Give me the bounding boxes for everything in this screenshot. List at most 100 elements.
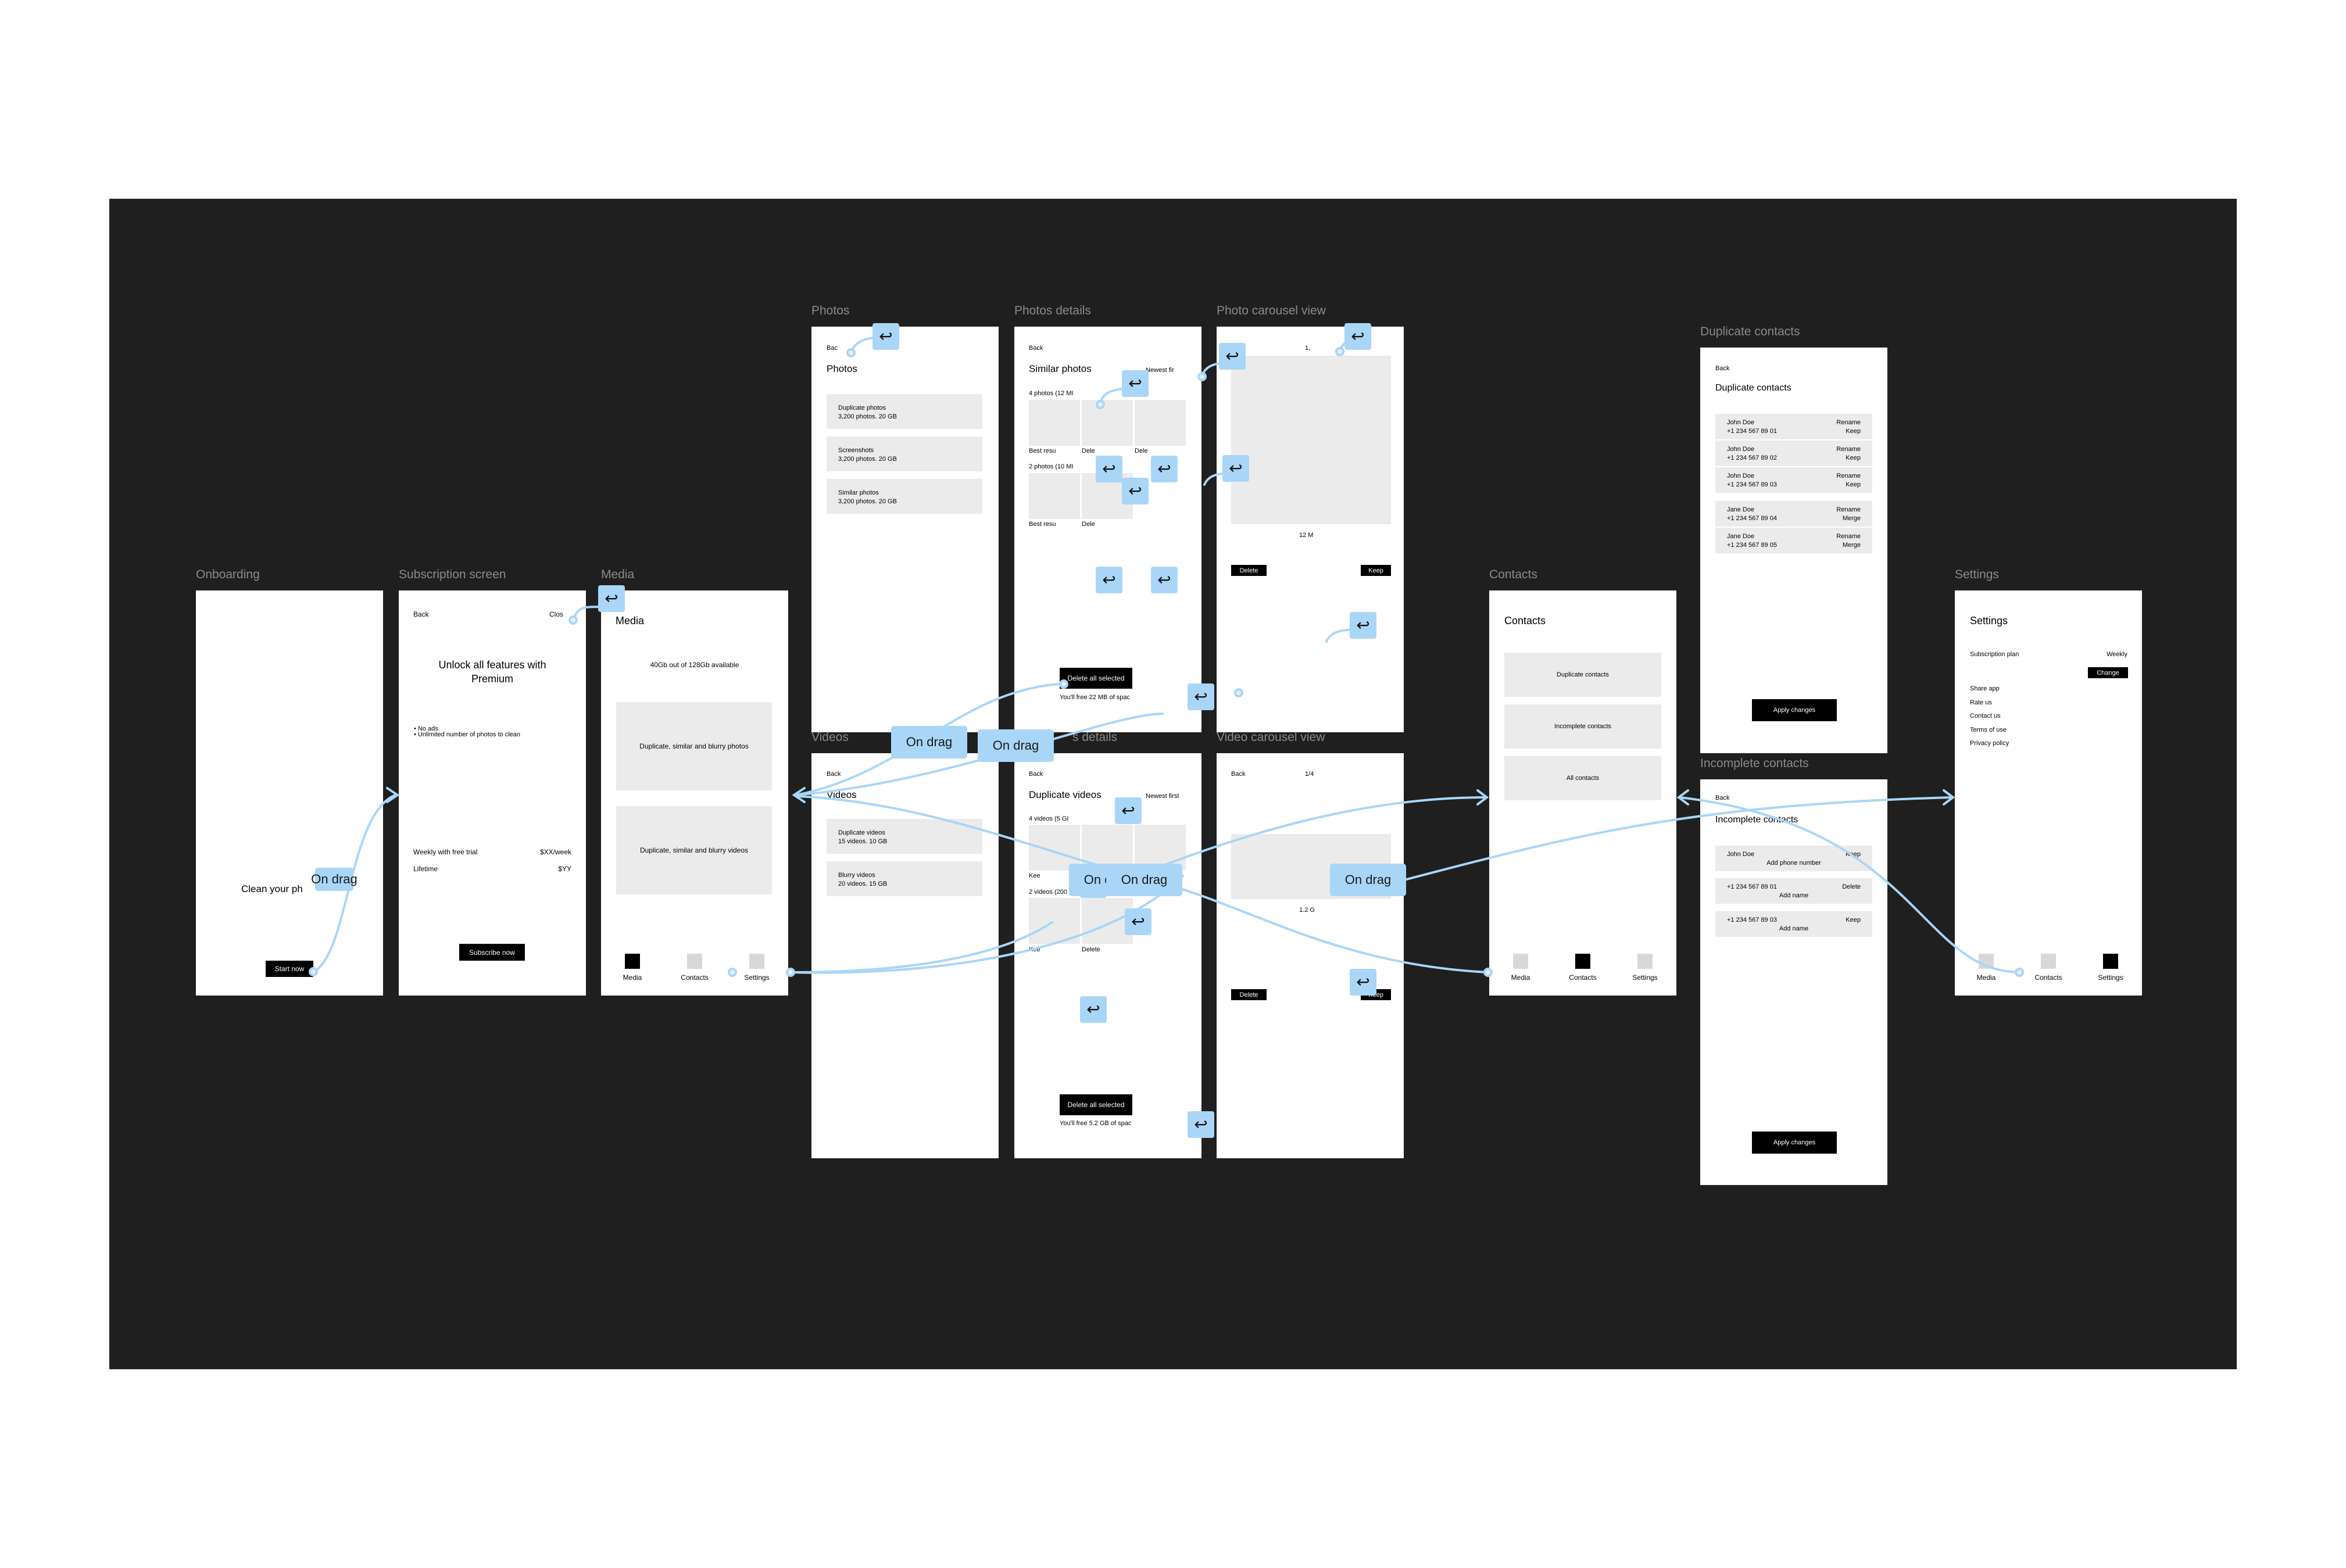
- sort-selector[interactable]: Newest first: [1146, 793, 1179, 800]
- keep-toggle[interactable]: Kee: [1029, 872, 1040, 879]
- connection-origin-dot[interactable]: [728, 968, 737, 977]
- back-arrow-icon[interactable]: ↩: [872, 323, 899, 350]
- contact-row[interactable]: John Doe +1 234 567 89 02 Rename Keep: [1715, 441, 1872, 466]
- similar-photos-card[interactable]: Similar photos 3,200 photos. 20 GB: [827, 479, 982, 514]
- back-arrow-icon[interactable]: ↩: [1219, 343, 1246, 370]
- contact-row[interactable]: John Doe +1 234 567 89 01 Rename Keep: [1715, 414, 1872, 439]
- connection-origin-dot[interactable]: [786, 968, 795, 977]
- tab-settings[interactable]: Settings: [2087, 973, 2134, 982]
- tab-contacts[interactable]: Contacts: [671, 973, 718, 982]
- rename-action[interactable]: Rename: [1836, 446, 1861, 453]
- subscribe-now-button[interactable]: Subscribe now: [459, 944, 525, 961]
- connection-origin-dot[interactable]: [846, 348, 856, 357]
- blurry-videos-card[interactable]: Blurry videos 20 videos. 15 GB: [827, 861, 982, 896]
- rate-us-link[interactable]: Rate us: [1970, 699, 1992, 706]
- merge-action[interactable]: Merge: [1843, 515, 1861, 522]
- media-tab-icon[interactable]: [625, 954, 640, 969]
- settings-tab-icon[interactable]: [1637, 954, 1653, 969]
- back-arrow-icon[interactable]: ↩: [1188, 683, 1214, 710]
- back-link[interactable]: Back: [1231, 771, 1245, 778]
- on-drag-trigger-label[interactable]: On drag: [891, 726, 967, 758]
- delete-toggle[interactable]: Dele: [1135, 448, 1148, 454]
- delete-toggle[interactable]: Delete: [1082, 946, 1100, 953]
- back-link[interactable]: Back: [1029, 345, 1043, 352]
- incomplete-contact-row[interactable]: +1 234 567 89 03 Keep Add name: [1715, 911, 1872, 937]
- start-now-button[interactable]: Start now: [266, 961, 313, 977]
- back-arrow-icon[interactable]: ↩: [1222, 455, 1249, 482]
- back-arrow-icon[interactable]: ↩: [1151, 567, 1178, 593]
- incomplete-contact-row[interactable]: +1 234 567 89 01 Delete Add name: [1715, 878, 1872, 904]
- delete-toggle[interactable]: Dele: [1082, 448, 1095, 454]
- incomplete-contacts-card[interactable]: Incomplete contacts: [1504, 704, 1661, 749]
- back-link[interactable]: Back: [1715, 365, 1729, 372]
- media-tab-icon[interactable]: [1979, 954, 1994, 969]
- photo-thumbnail[interactable]: [1029, 400, 1080, 446]
- tab-media[interactable]: Media: [1497, 973, 1544, 982]
- photo-thumbnail[interactable]: [1029, 473, 1080, 519]
- back-arrow-icon[interactable]: ↩: [1122, 370, 1149, 397]
- connection-origin-dot[interactable]: [309, 967, 318, 976]
- back-link[interactable]: Bac: [827, 345, 838, 352]
- contacts-tab-icon[interactable]: [687, 954, 702, 969]
- change-plan-button[interactable]: Change: [2088, 667, 2128, 678]
- plan-weekly-name[interactable]: Weekly with free trial: [413, 848, 477, 856]
- tab-contacts[interactable]: Contacts: [2025, 973, 2072, 982]
- back-arrow-icon[interactable]: ↩: [1096, 456, 1122, 482]
- best-result-label[interactable]: Best resu: [1029, 448, 1056, 454]
- contact-row[interactable]: John Doe +1 234 567 89 03 Rename Keep: [1715, 467, 1872, 493]
- photo-preview[interactable]: [1231, 356, 1391, 524]
- settings-tab-icon[interactable]: [2103, 954, 2118, 969]
- apply-changes-button[interactable]: Apply changes: [1752, 1132, 1837, 1154]
- plan-lifetime-name[interactable]: Lifetime: [413, 865, 438, 873]
- back-arrow-icon[interactable]: ↩: [1350, 612, 1376, 639]
- back-arrow-icon[interactable]: ↩: [1188, 1111, 1214, 1138]
- connection-origin-dot[interactable]: [1096, 400, 1105, 409]
- share-app-link[interactable]: Share app: [1970, 685, 2000, 692]
- keep-action[interactable]: Keep: [1846, 481, 1861, 488]
- on-drag-trigger-label[interactable]: On drag: [311, 868, 357, 891]
- tab-settings[interactable]: Settings: [1622, 973, 1668, 982]
- on-drag-trigger-label[interactable]: On drag: [1330, 864, 1406, 896]
- back-arrow-icon[interactable]: ↩: [1115, 797, 1142, 824]
- duplicate-contacts-card[interactable]: Duplicate contacts: [1504, 653, 1661, 697]
- back-link[interactable]: Back: [827, 771, 841, 778]
- delete-action[interactable]: Delete: [1842, 883, 1861, 890]
- back-link[interactable]: Back: [413, 610, 429, 618]
- rename-action[interactable]: Rename: [1836, 472, 1861, 479]
- back-arrow-icon[interactable]: ↩: [1151, 456, 1178, 482]
- tab-settings[interactable]: Settings: [734, 973, 780, 982]
- tab-contacts[interactable]: Contacts: [1560, 973, 1606, 982]
- best-result-label[interactable]: Best resu: [1029, 521, 1056, 528]
- add-name-link[interactable]: Add name: [1715, 892, 1872, 899]
- on-drag-trigger-label[interactable]: On drag: [978, 729, 1054, 762]
- media-tab-icon[interactable]: [1513, 954, 1528, 969]
- contact-row[interactable]: Jane Doe +1 234 567 89 04 Rename Merge: [1715, 501, 1872, 527]
- close-link[interactable]: Clos: [549, 610, 563, 618]
- back-arrow-icon[interactable]: ↩: [1080, 996, 1107, 1023]
- back-arrow-icon[interactable]: ↩: [1350, 969, 1376, 996]
- videos-category-card[interactable]: Duplicate, similar and blurry videos: [616, 806, 772, 894]
- duplicate-videos-card[interactable]: Duplicate videos 15 videos. 10 GB: [827, 819, 982, 854]
- keep-action[interactable]: Keep: [1846, 454, 1861, 461]
- photo-thumbnail[interactable]: [1082, 400, 1133, 446]
- back-arrow-icon[interactable]: ↩: [1096, 567, 1122, 593]
- connection-origin-dot[interactable]: [568, 615, 578, 625]
- back-link[interactable]: Back: [1029, 771, 1043, 778]
- contact-row[interactable]: Jane Doe +1 234 567 89 05 Rename Merge: [1715, 528, 1872, 553]
- connection-origin-dot[interactable]: [1059, 679, 1068, 689]
- privacy-link[interactable]: Privacy policy: [1970, 740, 2009, 747]
- contacts-tab-icon[interactable]: [2041, 954, 2056, 969]
- tab-media[interactable]: Media: [1963, 973, 2009, 982]
- tab-media[interactable]: Media: [609, 973, 656, 982]
- contact-us-link[interactable]: Contact us: [1970, 713, 2001, 719]
- back-arrow-icon[interactable]: ↩: [1344, 323, 1371, 350]
- keep-button[interactable]: Keep: [1361, 565, 1391, 576]
- keep-action[interactable]: Keep: [1846, 917, 1861, 923]
- delete-all-selected-button[interactable]: Delete all selected: [1060, 668, 1132, 689]
- rename-action[interactable]: Rename: [1836, 533, 1861, 540]
- add-phone-link[interactable]: Add phone number: [1715, 860, 1872, 867]
- connection-origin-dot[interactable]: [1483, 968, 1493, 977]
- duplicate-photos-card[interactable]: Duplicate photos 3,200 photos. 20 GB: [827, 394, 982, 429]
- sort-selector[interactable]: Newest fir: [1146, 367, 1174, 374]
- back-arrow-icon[interactable]: ↩: [1122, 478, 1149, 504]
